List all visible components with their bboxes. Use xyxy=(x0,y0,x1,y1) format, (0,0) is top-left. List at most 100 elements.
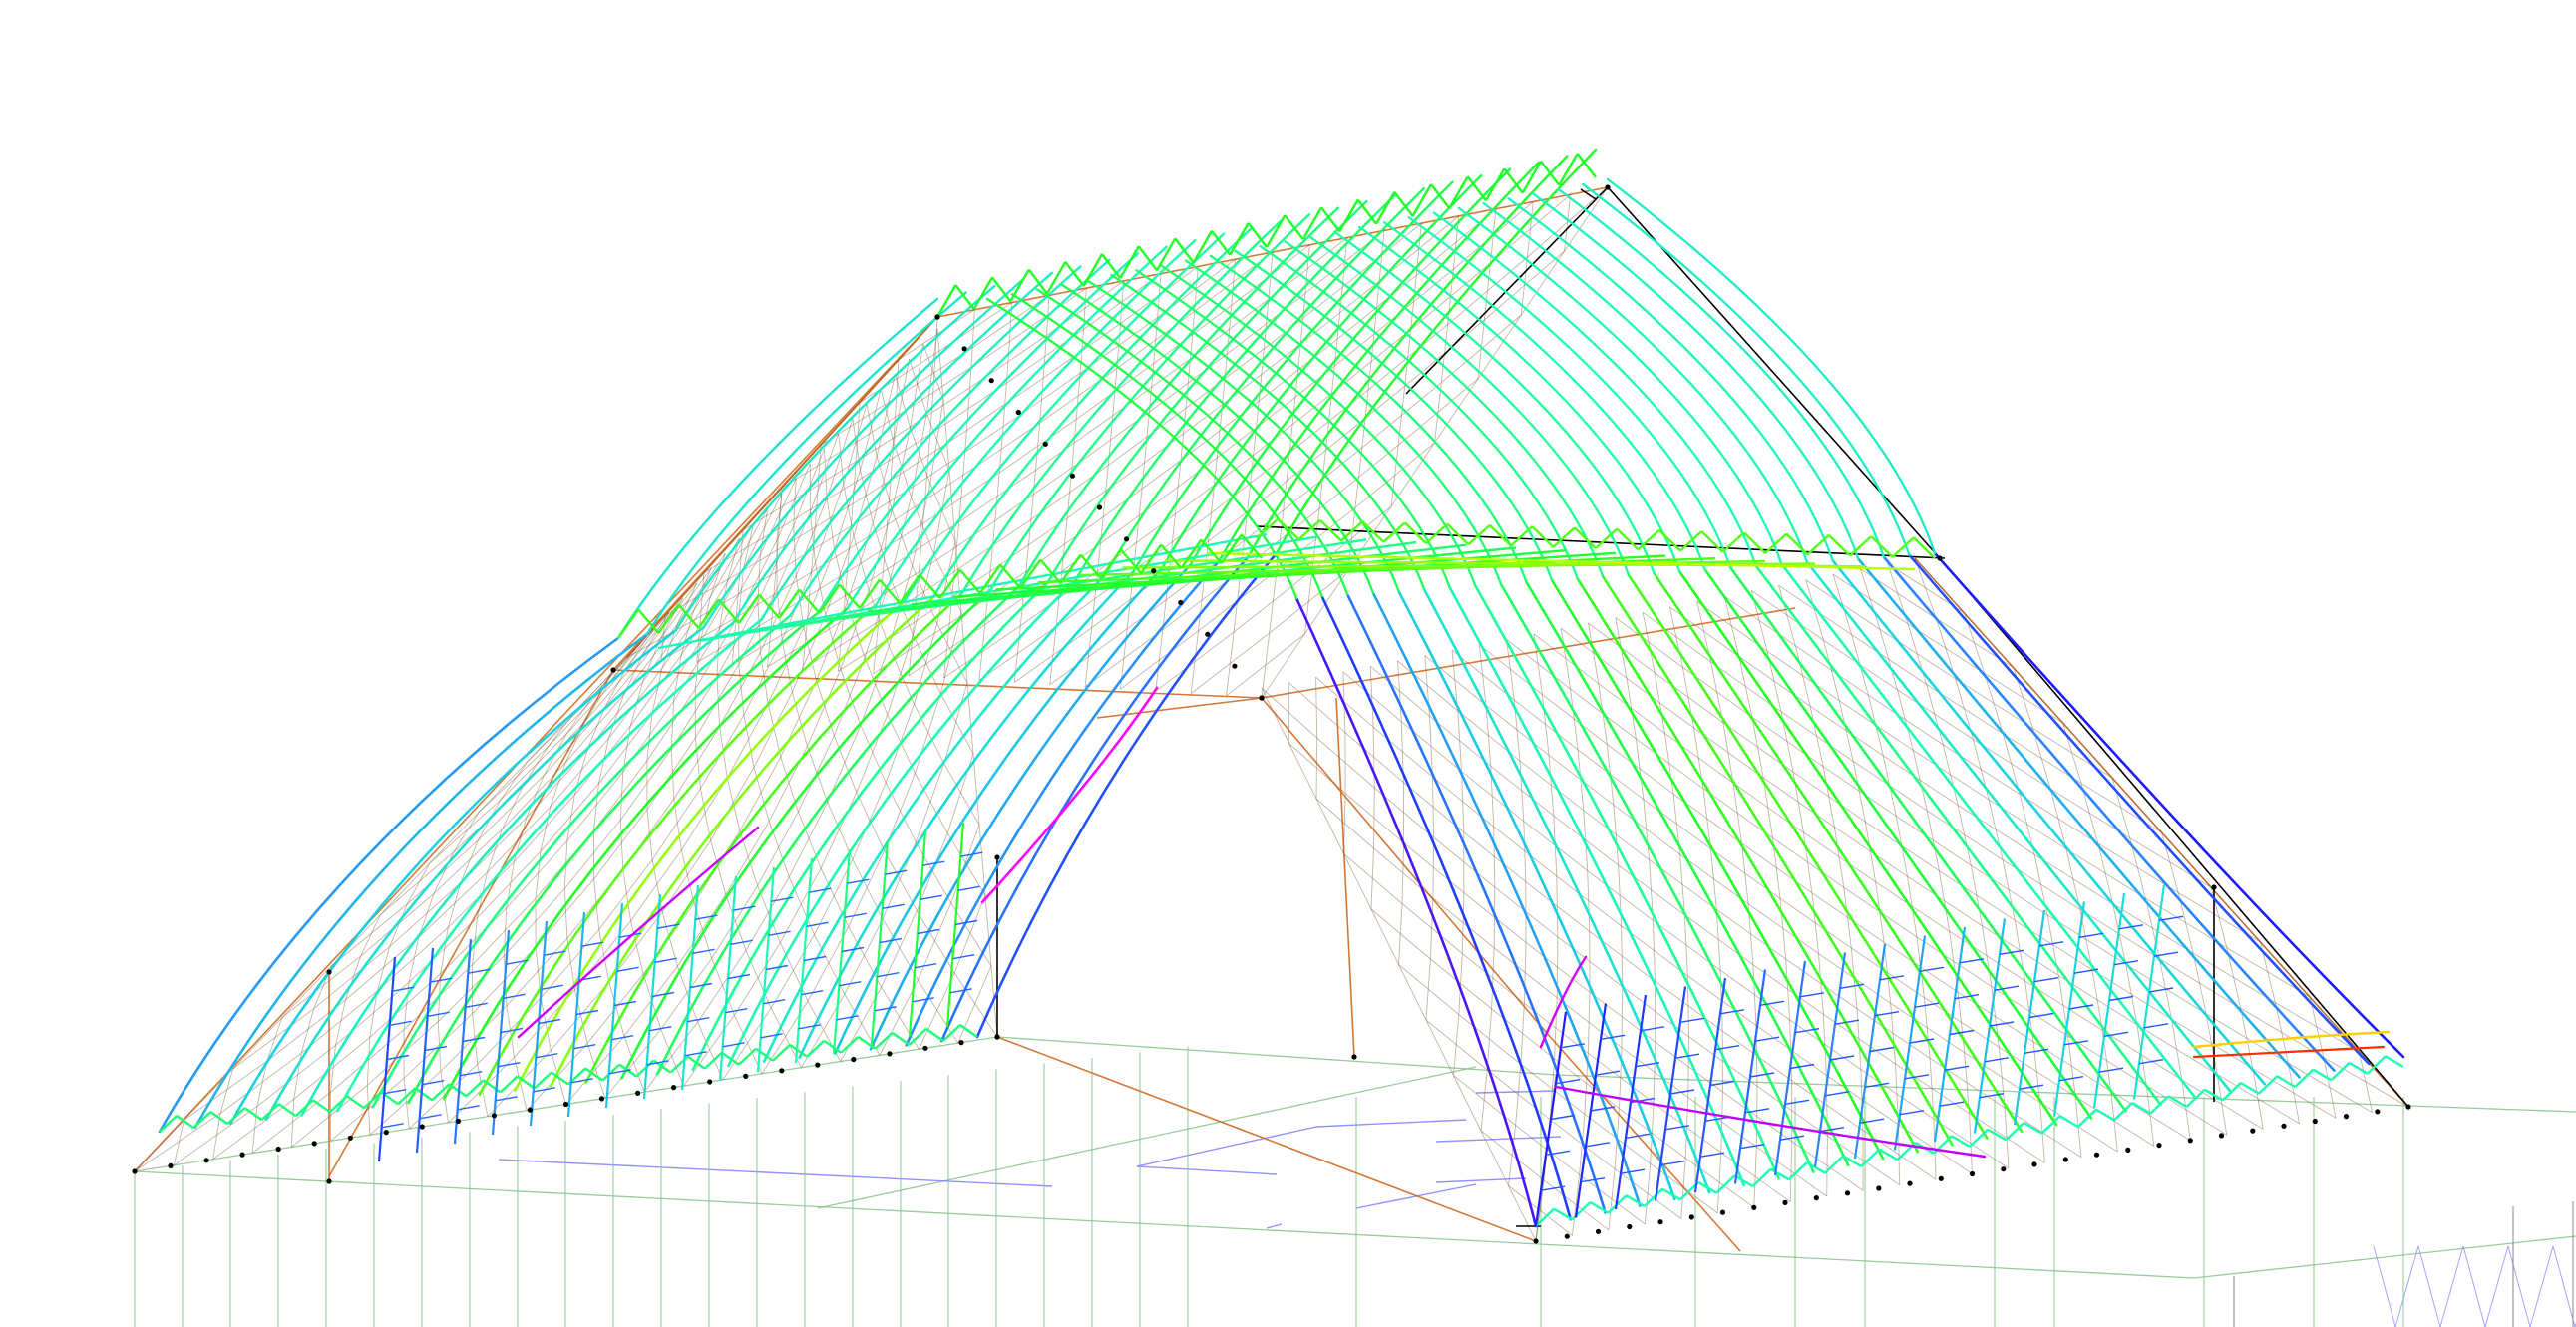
deformed-ridge-chord xyxy=(935,284,957,318)
roof-lattice-member xyxy=(1404,319,1485,387)
roof-lattice-member xyxy=(1684,914,1754,965)
roof-lattice-member xyxy=(433,851,455,894)
deformed-stud-rung xyxy=(1989,1021,2015,1027)
deformed-rafter xyxy=(940,555,1250,1043)
deformed-shape-diagram xyxy=(132,148,2576,1327)
roof-lattice-member xyxy=(1832,573,1909,625)
deformed-stud-rung xyxy=(457,1105,480,1111)
deformed-ridge-chord xyxy=(954,284,975,310)
node-point xyxy=(1015,409,1021,416)
roof-lattice-member xyxy=(1155,631,1235,692)
roof-lattice-member xyxy=(1779,897,1852,949)
roof-lattice-member xyxy=(603,666,628,709)
roof-lattice-member xyxy=(876,373,896,457)
roof-lattice-member xyxy=(1984,673,2063,724)
deformed-stud-rung xyxy=(384,1089,407,1095)
roof-lattice-member xyxy=(802,621,880,670)
roof-lattice-member xyxy=(1752,964,1824,1015)
roof-lattice-member xyxy=(380,862,431,915)
node-point xyxy=(2031,1161,2037,1167)
deformed-rafter xyxy=(869,562,1193,1051)
roof-lattice-member xyxy=(389,903,408,947)
roof-lattice-member xyxy=(1519,760,1585,812)
deformed-eave-chord xyxy=(312,1099,331,1114)
node-point xyxy=(851,1056,857,1063)
deformed-stud-rung xyxy=(1585,1142,1611,1148)
roof-lattice-member xyxy=(683,1014,735,1087)
deformed-ridge-chord xyxy=(1356,198,1377,225)
deformed-eave-chord xyxy=(2113,1102,2133,1122)
deformed-stud-rung xyxy=(957,885,980,891)
deformed-stud-rung xyxy=(1789,1063,1815,1070)
deformed-eave-chord xyxy=(1573,526,1597,549)
deformed-eave-chord xyxy=(2276,1075,2296,1089)
deformed-stud-rung xyxy=(727,973,751,980)
structural-model-viewport[interactable] xyxy=(0,0,2576,1327)
node-point xyxy=(1351,1054,1357,1060)
roof-lattice-member xyxy=(1343,853,1372,910)
deformed-eave-chord xyxy=(1969,1128,1989,1148)
roof-lattice-member xyxy=(838,622,915,672)
deformed-stud-rung xyxy=(885,869,908,875)
roof-lattice-member xyxy=(1190,632,1270,694)
roof-lattice-member xyxy=(1598,683,1665,734)
foundation-member xyxy=(2529,1245,2554,1327)
deformed-eave-chord xyxy=(2023,1121,2043,1135)
deformed-rafter xyxy=(336,618,763,1113)
deformed-stud-rung xyxy=(1749,1072,1775,1078)
deformed-stud-rung xyxy=(500,1027,524,1034)
roof-lattice-member xyxy=(1702,788,1773,838)
deformed-stud-rung xyxy=(1944,1065,1970,1071)
foundation-member xyxy=(2373,1245,2396,1327)
deformed-stud-rung xyxy=(1550,1114,1576,1121)
roof-lattice-member xyxy=(219,1052,302,1114)
node-point xyxy=(383,1130,389,1136)
roof-lattice-member xyxy=(1299,280,1380,345)
roof-lattice-member xyxy=(1916,936,1993,987)
roof-lattice-member xyxy=(1116,311,1195,369)
node-point xyxy=(1938,1175,1944,1181)
foundation-member xyxy=(1315,1119,1467,1128)
deformed-rafter xyxy=(1532,192,1860,560)
node-point xyxy=(1782,1199,1788,1205)
roof-lattice-member xyxy=(872,522,892,579)
roof-lattice-member xyxy=(593,627,655,696)
node-point xyxy=(988,378,994,384)
grid-line xyxy=(134,1170,2195,1279)
deformed-stud-rung xyxy=(1640,1026,1665,1032)
node-point xyxy=(1178,599,1184,606)
deformed-stud-rung xyxy=(882,903,905,909)
node-point xyxy=(527,1107,534,1113)
deformed-stud-rung xyxy=(952,954,975,960)
deformed-eave-chord xyxy=(891,1031,911,1046)
node-point xyxy=(1657,1219,1663,1225)
roof-lattice-member xyxy=(1425,1019,1488,1071)
deformed-eave-chord xyxy=(1860,1148,1881,1167)
deformed-stud-rung xyxy=(1994,985,2020,991)
deformed-ridge-chord xyxy=(1484,167,1506,201)
roof-lattice-member xyxy=(2091,969,2172,1020)
node-point xyxy=(2156,1143,2162,1149)
roof-lattice-member xyxy=(1834,827,1908,877)
roof-lattice-member xyxy=(478,747,548,813)
roof-lattice-member xyxy=(1318,445,1399,509)
foundation-member xyxy=(1435,1177,1527,1183)
roof-lattice-member xyxy=(710,839,727,895)
roof-lattice-member xyxy=(700,788,712,841)
node-point xyxy=(707,1079,713,1085)
foundation-member xyxy=(2394,1245,2419,1327)
roof-lattice-member xyxy=(958,470,1036,523)
grid-line xyxy=(817,1066,1477,1209)
deformed-eave-chord xyxy=(2385,1055,2404,1069)
deformed-stud-rung xyxy=(424,1045,448,1052)
node-point xyxy=(2218,1133,2225,1139)
roof-lattice-member xyxy=(2067,1035,2147,1086)
deformed-stud-rung xyxy=(1590,1106,1616,1112)
deformed-rafter xyxy=(371,614,792,1109)
roof-lattice-member xyxy=(719,651,761,727)
roof-lattice-member xyxy=(2110,1090,2191,1142)
roof-lattice-member xyxy=(943,682,968,764)
roof-lattice-member xyxy=(2111,777,2162,833)
deformed-rafter xyxy=(905,559,1221,1047)
roof-lattice-member xyxy=(957,965,992,1044)
